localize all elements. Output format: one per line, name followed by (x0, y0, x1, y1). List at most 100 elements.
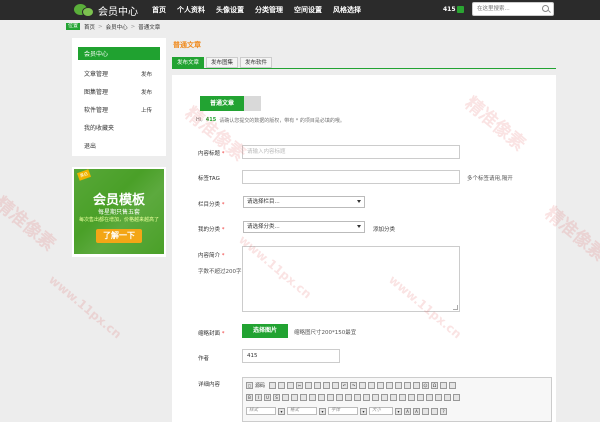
sidebar-item-gallery[interactable]: 图集管理 发布 (78, 85, 160, 98)
cover-label: 缩略封面 * (198, 331, 225, 337)
learn-more-button[interactable]: 了解一下 (96, 229, 142, 243)
table-icon[interactable] (413, 382, 421, 389)
replace-icon[interactable] (368, 382, 376, 389)
underline-icon[interactable]: U (264, 394, 271, 401)
image-icon[interactable] (395, 382, 403, 389)
resize-handle[interactable] (453, 305, 458, 310)
source-icon[interactable]: ◻ (246, 382, 253, 389)
align-right-icon[interactable] (363, 394, 370, 401)
nav-category[interactable]: 分类管理 (255, 0, 283, 20)
tab-publish-software[interactable]: 发布软件 (240, 57, 273, 68)
summary-textarea[interactable] (242, 246, 460, 312)
find-icon[interactable] (359, 382, 367, 389)
logo[interactable]: 会员中心 (74, 2, 164, 18)
preview-icon[interactable] (278, 382, 286, 389)
breadcrumb-item[interactable]: 首页 (84, 23, 95, 31)
nav-profile[interactable]: 个人资料 (177, 0, 205, 20)
special-char-icon[interactable] (453, 394, 460, 401)
anchor-icon[interactable] (399, 394, 406, 401)
remove-format-icon[interactable] (386, 382, 394, 389)
paste-word-icon[interactable] (332, 382, 340, 389)
smiley-icon[interactable]: ☺ (422, 382, 430, 389)
horizontal-rule-icon[interactable] (435, 394, 442, 401)
flash-icon[interactable] (417, 394, 424, 401)
my-category-select[interactable]: 请选择分类... (243, 221, 365, 233)
table-icon[interactable] (426, 394, 433, 401)
numbered-list-icon[interactable] (300, 394, 307, 401)
size-select[interactable]: 大小 (369, 407, 393, 415)
superscript-icon[interactable] (291, 394, 298, 401)
search-icon[interactable] (542, 5, 549, 12)
tab-publish-article[interactable]: 发布文章 (172, 57, 205, 68)
strikethrough-icon[interactable]: S (273, 394, 280, 401)
publish-link[interactable]: 发布 (141, 88, 152, 96)
add-category-link[interactable]: 添加分类 (373, 225, 395, 233)
unlink-icon[interactable] (390, 394, 397, 401)
smiley-icon[interactable] (444, 394, 451, 401)
chevron-down-icon[interactable]: ▾ (360, 407, 367, 415)
special-char-icon[interactable]: Ω (431, 382, 439, 389)
new-page-icon[interactable] (269, 382, 277, 389)
nav-space[interactable]: 空间设置 (294, 0, 322, 20)
article-type-normal[interactable]: 普通文章 (200, 96, 244, 111)
sidebar-item-software[interactable]: 软件管理 上传 (78, 103, 160, 116)
bulleted-list-icon[interactable] (309, 394, 316, 401)
maximize-icon[interactable] (422, 407, 429, 415)
bold-icon[interactable]: B (246, 394, 253, 401)
chevron-down-icon[interactable]: ▾ (278, 407, 285, 415)
style-select[interactable]: 样式 (246, 407, 276, 415)
blockquote-icon[interactable] (336, 394, 343, 401)
article-type-other[interactable] (244, 96, 261, 111)
publish-link[interactable]: 发布 (141, 70, 152, 78)
justify-icon[interactable] (372, 394, 379, 401)
tag-note: 多个标签请用,隔开 (467, 176, 513, 182)
template-icon[interactable] (287, 382, 295, 389)
user-id[interactable]: 415 (443, 6, 456, 13)
chevron-down-icon[interactable]: ▾ (395, 407, 402, 415)
page-break-icon[interactable] (440, 382, 448, 389)
help-icon[interactable]: ? (440, 407, 447, 415)
format-select[interactable]: 格式 (287, 407, 317, 415)
flash-icon[interactable] (404, 382, 412, 389)
promo-banner[interactable]: 黑白 会员模板 每星期只售五套 每次售出都在增加，价格越来越高了 了解一下 (72, 167, 166, 257)
font-select[interactable]: 字体 (328, 407, 358, 415)
link-icon[interactable] (381, 394, 388, 401)
align-center-icon[interactable] (354, 394, 361, 401)
tab-publish-gallery[interactable]: 发布图集 (206, 57, 239, 68)
undo-icon[interactable]: ↶ (341, 382, 349, 389)
nav-avatar[interactable]: 头像设置 (216, 0, 244, 20)
column-select[interactable]: 请选择栏目... (243, 196, 365, 208)
copy-icon[interactable] (305, 382, 313, 389)
nav-style[interactable]: 风格选择 (333, 0, 361, 20)
sidebar-item-articles[interactable]: 文章管理 发布 (78, 67, 160, 80)
show-blocks-icon[interactable] (431, 407, 438, 415)
redo-icon[interactable]: ↷ (350, 382, 358, 389)
breadcrumb-item[interactable]: 会员中心 (106, 23, 128, 31)
message-badge-icon[interactable] (457, 6, 464, 13)
choose-image-button[interactable]: 选择图片 (242, 324, 288, 338)
image-icon[interactable] (408, 394, 415, 401)
subscript-icon[interactable] (282, 394, 289, 401)
outdent-icon[interactable] (318, 394, 325, 401)
sidebar-item-logout[interactable]: 退出 (78, 139, 160, 152)
paste-text-icon[interactable] (323, 382, 331, 389)
italic-icon[interactable]: I (255, 394, 262, 401)
title-input[interactable]: 请输入内容标题 (242, 145, 460, 159)
select-all-icon[interactable] (377, 382, 385, 389)
indent-icon[interactable] (327, 394, 334, 401)
tag-input[interactable] (242, 170, 460, 184)
align-left-icon[interactable] (345, 394, 352, 401)
text-color-icon[interactable]: A (404, 407, 411, 415)
search-input[interactable] (473, 3, 537, 15)
source-button[interactable]: 源码 (255, 382, 265, 389)
globe-icon[interactable] (449, 382, 457, 389)
paste-icon[interactable] (314, 382, 322, 389)
sidebar-item-favorites[interactable]: 我的收藏夹 (78, 121, 160, 134)
upload-link[interactable]: 上传 (141, 106, 152, 114)
author-input[interactable]: 415 (242, 349, 340, 363)
sidebar-item-member-center[interactable]: 会员中心 (78, 47, 160, 60)
nav-home[interactable]: 首页 (152, 0, 166, 20)
cut-icon[interactable]: ✂ (296, 382, 304, 389)
bg-color-icon[interactable]: A (413, 407, 420, 415)
chevron-down-icon[interactable]: ▾ (319, 407, 326, 415)
